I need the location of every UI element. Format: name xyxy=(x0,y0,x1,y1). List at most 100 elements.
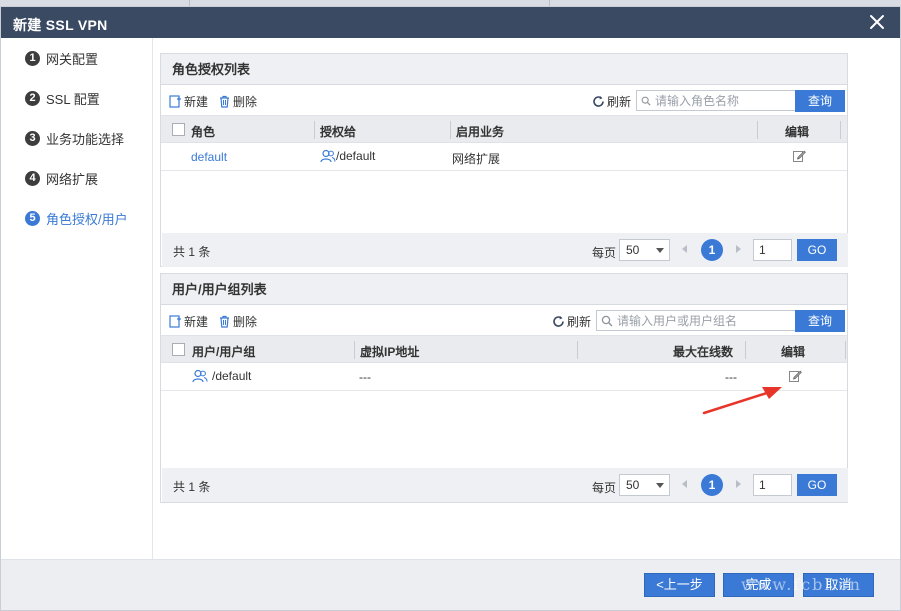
per-page-label: 每页 xyxy=(592,246,617,260)
go-button[interactable]: GO xyxy=(797,474,837,496)
new-ssl-vpn-dialog: 新建 SSL VPN 1 网关配置 2 SSL 配置 3 业务功能选择 4 网络… xyxy=(0,6,901,611)
search-icon xyxy=(641,96,651,106)
role-name-link[interactable]: default xyxy=(191,150,227,164)
next-page-icon[interactable] xyxy=(736,480,741,488)
table-row: default /default 网络扩展 xyxy=(161,143,847,171)
delete-user-button[interactable]: 删除 xyxy=(218,313,257,330)
col-user-group: 用户/用户组 xyxy=(192,345,256,359)
edit-icon[interactable] xyxy=(788,369,802,386)
annotation-arrow-icon xyxy=(702,387,782,415)
user-cell: /default xyxy=(192,369,251,383)
refresh-icon xyxy=(553,316,564,327)
role-query-button[interactable]: 查询 xyxy=(795,90,845,112)
next-page-icon[interactable] xyxy=(736,245,741,253)
step-gateway-config[interactable]: 1 网关配置 xyxy=(25,48,98,68)
panel-title: 用户/用户组列表 xyxy=(161,274,847,305)
step-service-selection[interactable]: 3 业务功能选择 xyxy=(25,128,124,148)
col-edit: 编辑 xyxy=(781,345,806,359)
column-divider xyxy=(450,121,451,139)
prev-page-icon[interactable] xyxy=(682,480,687,488)
current-page-button[interactable]: 1 xyxy=(701,474,723,496)
dialog-footer: <上一步 完成 取消 xyxy=(1,559,900,610)
col-services: 启用业务 xyxy=(456,125,505,139)
add-icon xyxy=(169,95,181,108)
per-page-label: 每页 xyxy=(592,481,617,495)
role-search-input[interactable] xyxy=(655,93,795,108)
per-page-select[interactable]: 50 xyxy=(619,474,670,496)
user-search-box[interactable] xyxy=(596,310,796,331)
column-divider xyxy=(845,341,846,359)
col-edit: 编辑 xyxy=(785,125,810,139)
col-granted-to: 授权给 xyxy=(320,125,357,139)
page-number-input[interactable]: 1 xyxy=(753,474,792,496)
column-divider xyxy=(840,121,841,139)
user-group-icon xyxy=(192,369,208,383)
step-role-authorization-user[interactable]: 5 角色授权/用户 xyxy=(25,208,128,228)
go-button[interactable]: GO xyxy=(797,239,837,261)
column-divider xyxy=(745,341,746,359)
role-toolbar: 新建 删除 刷新 查询 xyxy=(161,85,847,115)
refresh-icon xyxy=(593,96,604,107)
total-count: 共 1 条 xyxy=(173,245,211,259)
user-toolbar: 新建 删除 刷新 查询 xyxy=(161,305,847,335)
refresh-user-button[interactable]: 刷新 xyxy=(552,313,591,330)
column-divider xyxy=(757,121,758,139)
edit-icon[interactable] xyxy=(792,149,806,166)
close-icon[interactable] xyxy=(868,13,886,31)
role-authorization-panel: 角色授权列表 新建 删除 刷新 查询 角色 授权给 xyxy=(160,53,848,267)
delete-label: 删除 xyxy=(233,95,258,109)
current-page-button[interactable]: 1 xyxy=(701,239,723,261)
new-user-button[interactable]: 新建 xyxy=(169,313,208,330)
new-label: 新建 xyxy=(184,95,209,109)
role-table-header: 角色 授权给 启用业务 编辑 xyxy=(161,115,847,143)
refresh-label: 刷新 xyxy=(567,315,592,329)
user-name-text: /default xyxy=(212,369,252,383)
per-page-value: 50 xyxy=(626,243,640,257)
col-virtual-ip: 虚拟IP地址 xyxy=(360,345,420,359)
column-divider xyxy=(354,341,355,359)
per-page-select[interactable]: 50 xyxy=(619,239,670,261)
select-all-checkbox[interactable] xyxy=(172,123,185,136)
page-number-input[interactable]: 1 xyxy=(753,239,792,261)
user-query-button[interactable]: 查询 xyxy=(795,310,845,332)
delete-label: 删除 xyxy=(233,315,258,329)
col-role: 角色 xyxy=(191,125,216,139)
finish-button[interactable]: 完成 xyxy=(723,573,794,597)
total-count: 共 1 条 xyxy=(173,480,211,494)
dialog-titlebar: 新建 SSL VPN xyxy=(1,7,900,38)
per-page-value: 50 xyxy=(626,478,640,492)
search-icon xyxy=(601,315,613,326)
refresh-label: 刷新 xyxy=(607,95,632,109)
cancel-button[interactable]: 取消 xyxy=(803,573,874,597)
column-divider xyxy=(577,341,578,359)
step-label: 网关配置 xyxy=(46,51,99,67)
new-label: 新建 xyxy=(184,315,209,329)
col-max-online: 最大在线数 xyxy=(673,345,734,359)
step-number: 2 xyxy=(25,90,40,106)
user-group-icon xyxy=(320,149,336,163)
prev-step-button[interactable]: <上一步 xyxy=(644,573,715,597)
services-cell: 网络扩展 xyxy=(452,152,501,166)
delete-role-button[interactable]: 删除 xyxy=(218,93,257,110)
user-search-input[interactable] xyxy=(617,313,792,328)
new-role-button[interactable]: 新建 xyxy=(169,93,208,110)
step-ssl-config[interactable]: 2 SSL 配置 xyxy=(25,88,100,108)
step-number: 5 xyxy=(25,210,40,226)
virtual-ip-cell: --- xyxy=(359,370,371,384)
add-icon xyxy=(169,315,181,328)
role-search-box[interactable] xyxy=(636,90,796,111)
user-table-header: 用户/用户组 虚拟IP地址 最大在线数 编辑 xyxy=(161,335,847,363)
refresh-role-button[interactable]: 刷新 xyxy=(592,93,631,110)
trash-icon xyxy=(220,95,229,108)
select-all-checkbox[interactable] xyxy=(172,343,185,356)
prev-page-icon[interactable] xyxy=(682,245,687,253)
step-label: 角色授权/用户 xyxy=(46,211,128,227)
column-divider xyxy=(314,121,315,139)
role-pagination: 共 1 条 每页 50 1 1 GO xyxy=(162,233,848,267)
panel-title: 角色授权列表 xyxy=(161,54,847,85)
dialog-title: 新建 SSL VPN xyxy=(13,17,108,33)
wizard-steps-sidebar: 1 网关配置 2 SSL 配置 3 业务功能选择 4 网络扩展 5 角色授权/用… xyxy=(1,38,153,559)
step-network-extension[interactable]: 4 网络扩展 xyxy=(25,168,98,188)
user-pagination: 共 1 条 每页 50 1 1 GO xyxy=(162,468,848,502)
step-label: 业务功能选择 xyxy=(46,131,125,147)
